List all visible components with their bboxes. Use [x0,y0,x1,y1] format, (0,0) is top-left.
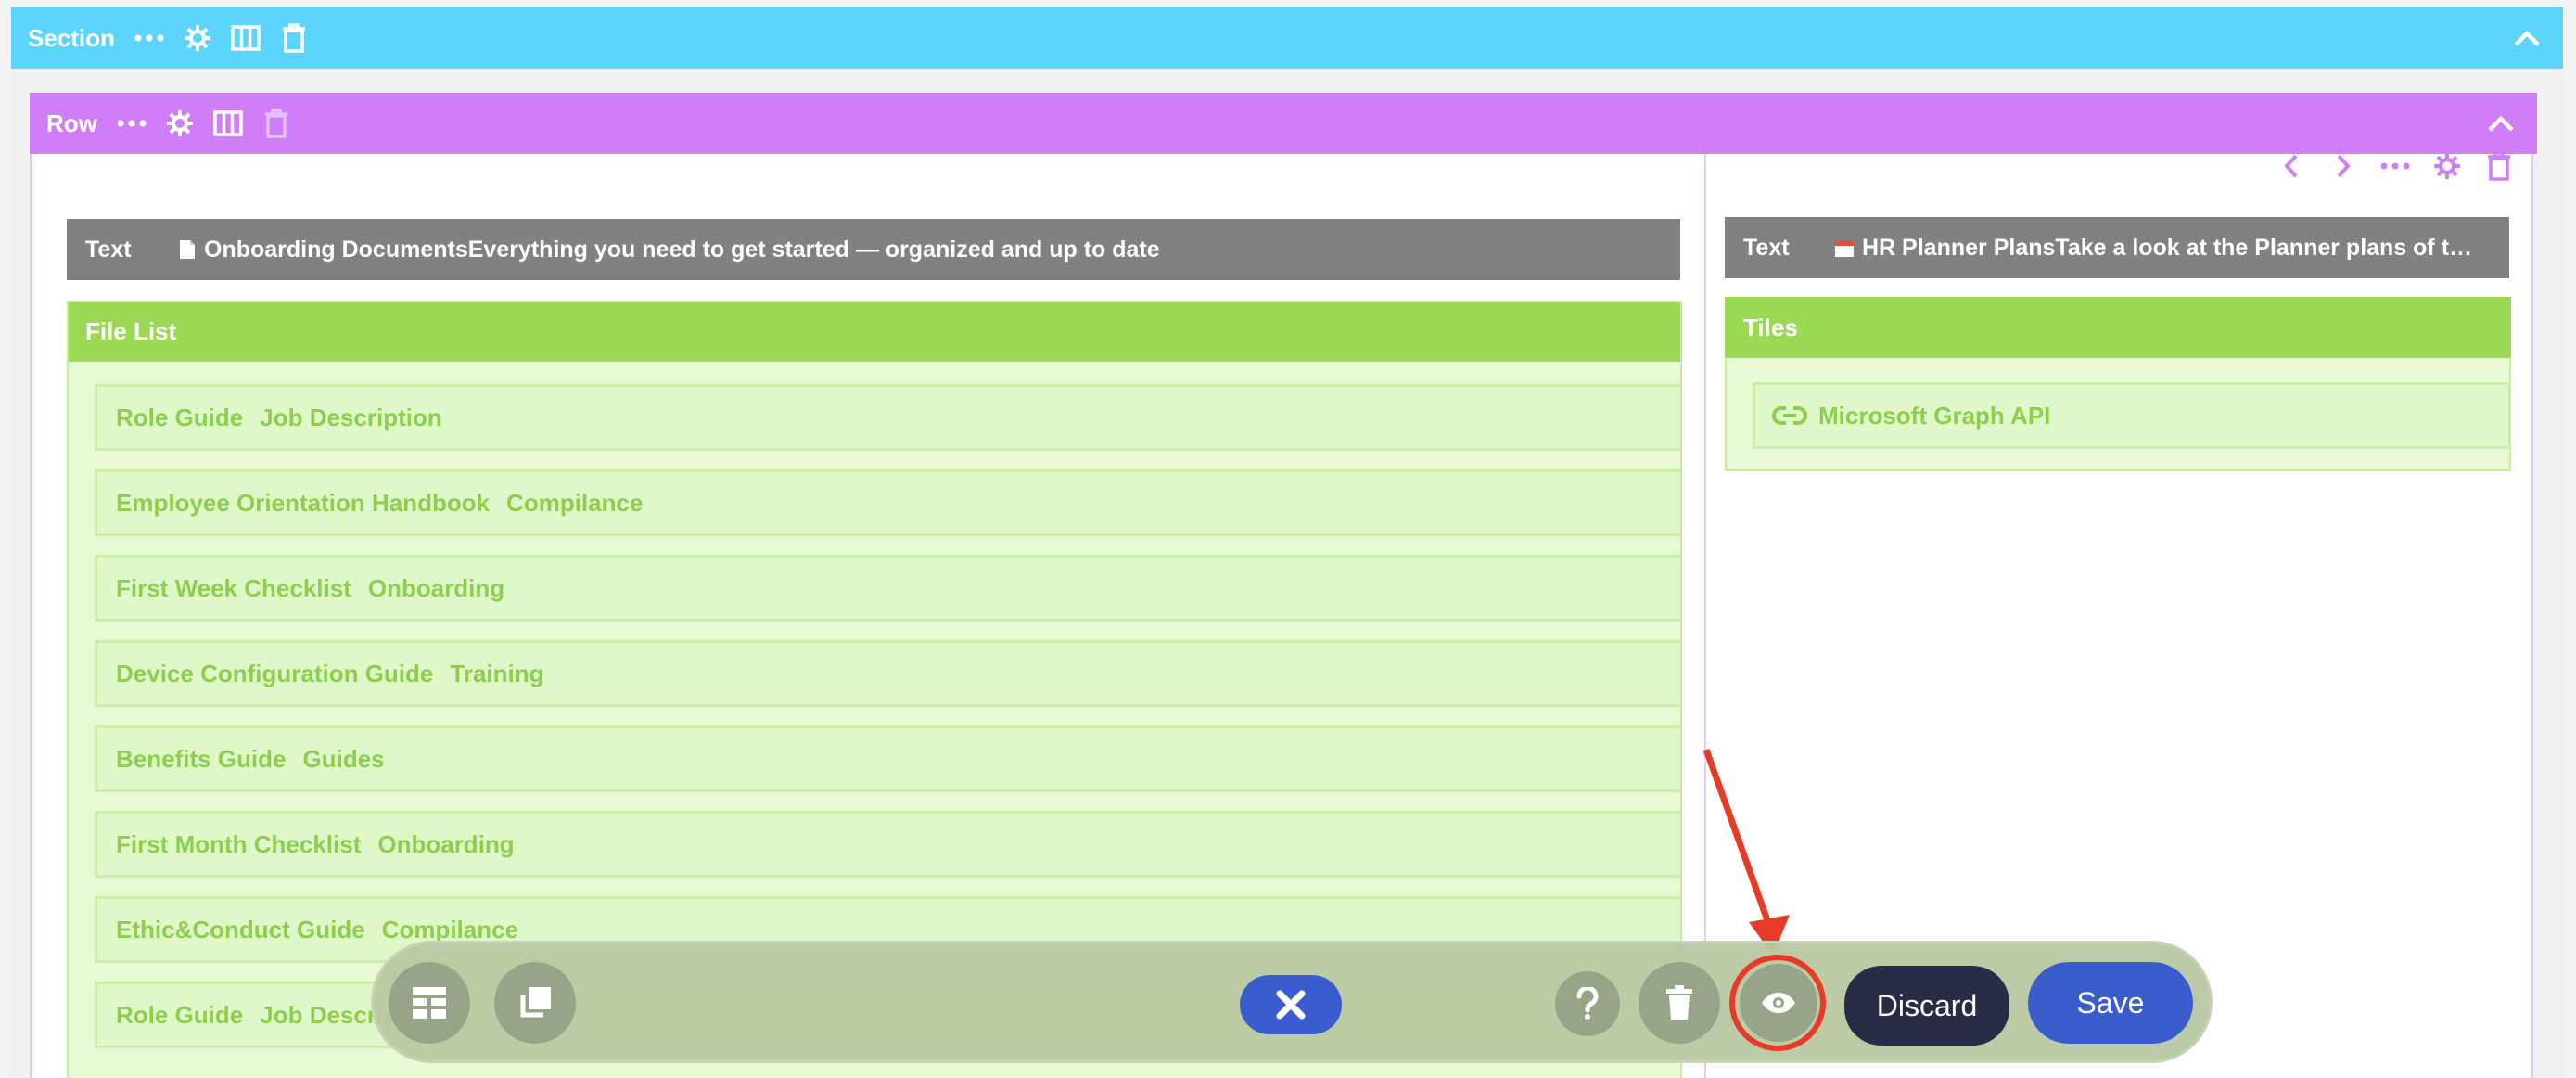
file-name: Role Guide [116,403,244,431]
help-icon [1576,987,1599,1020]
calendar-icon [1835,240,1854,257]
tiles-module[interactable]: Tiles Microsoft Graph API [1725,297,2511,471]
file-list-header: File List [69,302,1680,362]
more-icon[interactable] [2378,148,2413,184]
file-name: First Week Checklist [116,573,351,602]
file-name: First Month Checklist [116,829,362,858]
discard-button[interactable]: Discard [1844,966,2009,1046]
trash-icon [1666,985,1692,1020]
file-tag: Onboarding [377,829,515,858]
layout-button[interactable] [389,962,470,1044]
copy-icon [520,987,551,1018]
text-module-content: HR Planner PlansTake a look at the Plann… [1834,235,2483,262]
file-name: Ethic&Conduct Guide [116,915,365,943]
text-module-content: Onboarding Documents Everything you need… [178,237,1160,263]
file-tag: Onboarding [367,573,505,602]
file-tag: Guides [302,744,385,773]
trash-icon[interactable] [276,20,312,56]
gear-icon[interactable] [180,20,215,56]
text-module-text: HR Planner PlansTake a look at the Plann… [1862,234,2483,261]
file-tag: Job Description [260,403,442,431]
file-name: Role Guide [116,1000,244,1029]
chevron-right-icon[interactable] [2326,148,2361,184]
column-tools [2274,148,2517,184]
columns-icon[interactable] [228,20,263,56]
file-name: Device Configuration Guide [116,659,434,687]
tiles-header: Tiles [1725,297,2511,358]
gear-icon[interactable] [162,106,198,141]
text-module-label: Text [1743,234,1790,261]
document-icon [180,240,195,259]
row-container: Row Text Onboarding Documents Everything… [30,93,2537,1078]
chevron-up-icon[interactable] [2483,106,2519,141]
text-module-title: Onboarding Documents [204,236,468,263]
bottom-toolbar: Discard Save [371,941,2213,1063]
columns-icon[interactable] [210,106,246,141]
file-list-item[interactable]: First Week Checklist Onboarding [95,555,1680,622]
section-label: Section [28,23,115,52]
preview-highlight-ring [1729,955,1826,1051]
tile-label: Microsoft Graph API [1818,401,2051,430]
page-builder: Section Row Text Onboarding Documents Ev… [0,0,2576,1078]
more-icon[interactable] [132,20,167,56]
text-module-label: Text [85,236,132,263]
trash-icon[interactable] [2481,148,2517,184]
text-module-onboarding[interactable]: Text Onboarding Documents Everything you… [67,219,1680,280]
chevron-up-icon[interactable] [2509,20,2544,56]
row-bar[interactable]: Row [30,93,2537,154]
delete-button[interactable] [1639,962,1720,1044]
section-bar[interactable]: Section [11,7,2563,69]
link-icon [1772,406,1807,425]
file-list-item[interactable]: Role Guide Job Description [95,384,1680,451]
chevron-left-icon[interactable] [2274,148,2309,184]
close-button[interactable] [1240,975,1342,1034]
row-label: Row [46,109,97,137]
layout-icon [413,987,446,1019]
file-list-item[interactable]: Device Configuration Guide Training [95,640,1680,707]
file-tag: Compilance [381,915,519,943]
gear-icon[interactable] [2429,148,2465,184]
column-right: Text HR Planner PlansTake a look at the … [1706,151,2535,1078]
help-button[interactable] [1555,971,1620,1036]
save-button[interactable]: Save [2028,962,2193,1044]
file-list-item[interactable]: First Month Checklist Onboarding [95,811,1680,878]
file-name: Employee Orientation Handbook [116,488,491,517]
close-icon [1276,990,1306,1020]
file-tag: Training [450,659,544,687]
text-module-hr-planner[interactable]: Text HR Planner PlansTake a look at the … [1725,217,2509,278]
file-list-item[interactable]: Benefits Guide Guides [95,725,1680,792]
tile-item[interactable]: Microsoft Graph API [1753,382,2511,449]
file-tag: Compilance [506,488,644,517]
more-icon[interactable] [114,106,149,141]
trash-icon[interactable] [259,106,294,141]
file-list-item[interactable]: Employee Orientation Handbook Compilance [95,469,1680,536]
text-module-subtitle: Everything you need to get started — org… [467,236,1160,263]
file-name: Benefits Guide [116,744,287,773]
column-left: Text Onboarding Documents Everything you… [32,154,1704,1078]
copy-button[interactable] [494,962,576,1044]
